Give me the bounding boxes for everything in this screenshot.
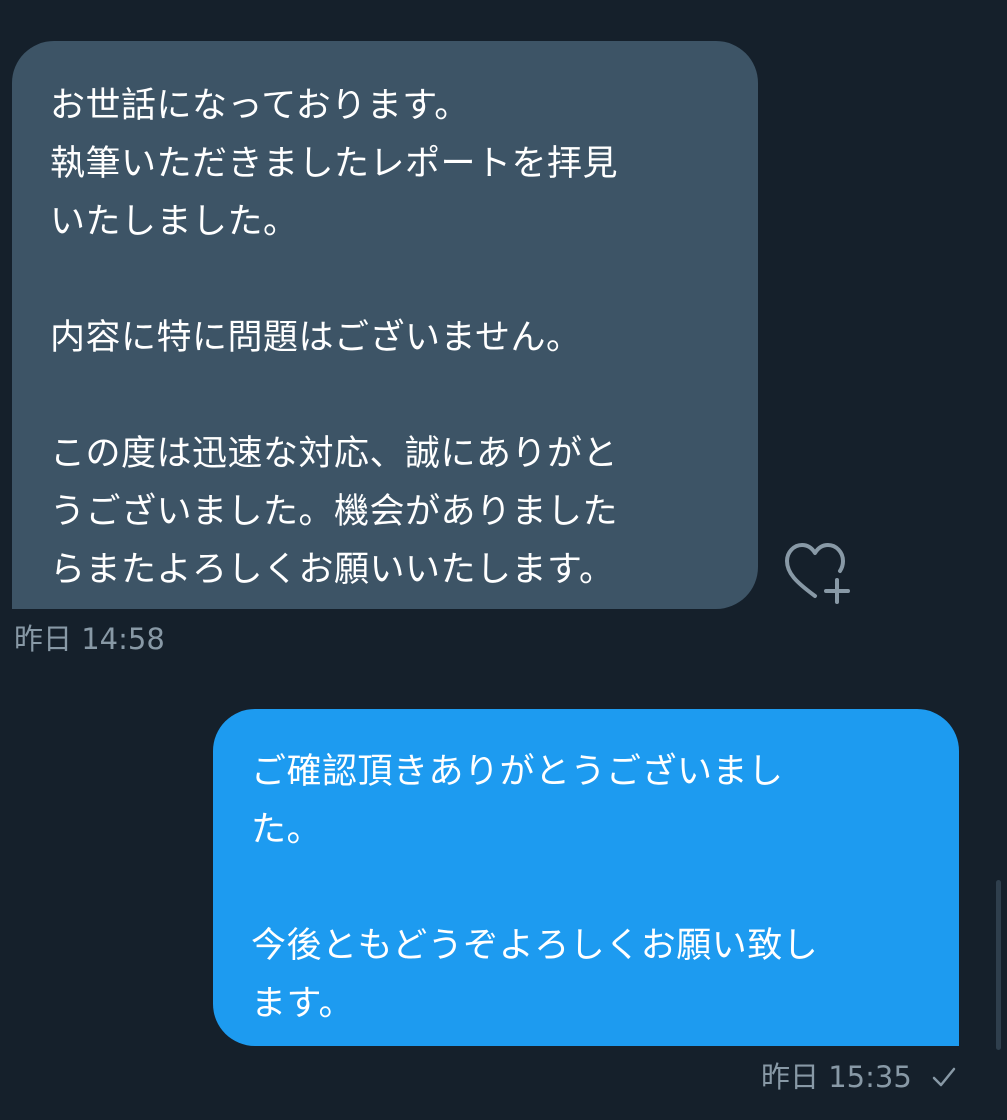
message-line: うございました。機会がありました	[50, 492, 619, 532]
message-line	[50, 367, 738, 425]
incoming-timestamp: 昨日 14:58	[14, 622, 165, 656]
heart-plus-icon	[785, 543, 850, 604]
incoming-message-bubble[interactable]: お世話になっております。 執筆いただきましたレポートを拝見 いたしました。 内容…	[12, 41, 758, 609]
message-line: 執筆いただきましたレポートを拝見	[50, 144, 619, 184]
message-line: この度は迅速な対応、誠にありがと	[50, 434, 619, 474]
message-line: らまたよろしくお願いいたします。	[50, 550, 615, 590]
message-line: ご確認頂きありがとうございまし	[251, 752, 784, 792]
message-line	[251, 859, 939, 917]
outgoing-timestamp: 昨日 15:35	[760, 1060, 912, 1094]
message-line: た。	[251, 810, 323, 850]
scrollbar[interactable]	[996, 880, 1001, 1050]
outgoing-timestamp-row: 昨日 15:35	[761, 1060, 957, 1096]
outgoing-message-bubble[interactable]: ご確認頂きありがとうございまし た。 今後ともどうぞよろしくお願い致し ます。	[213, 709, 959, 1046]
message-line: お世話になっております。	[50, 86, 470, 126]
message-line	[50, 251, 738, 309]
message-line: ます。	[251, 984, 355, 1024]
add-reaction-button[interactable]	[782, 540, 852, 606]
message-line: 内容に特に問題はございません。	[50, 318, 582, 358]
message-line: いたしました。	[50, 202, 299, 242]
check-icon	[931, 1062, 957, 1096]
message-line: 今後ともどうぞよろしくお願い致し	[251, 926, 819, 966]
